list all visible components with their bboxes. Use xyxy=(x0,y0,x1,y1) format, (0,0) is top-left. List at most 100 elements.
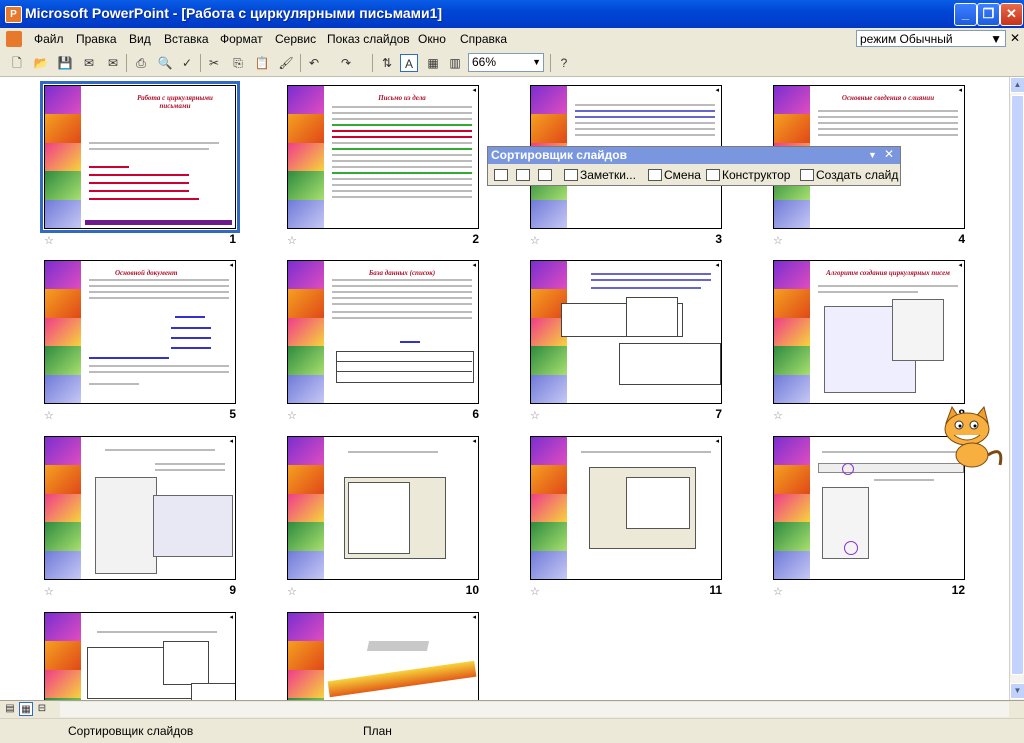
summary-slide-icon[interactable] xyxy=(538,167,554,184)
transition-star-icon[interactable]: ☆ xyxy=(287,234,297,247)
menu-edit[interactable]: Правка xyxy=(76,32,117,46)
slide-thumbnail-9[interactable]: ◂ xyxy=(44,436,236,580)
menu-window[interactable]: Окно xyxy=(418,32,446,46)
cut-icon[interactable]: ✂ xyxy=(205,54,223,72)
standard-toolbar: 🗋 📂 💾 ✉ ✉ ⎙ 🔍 ✓ ✂ ⎘ 📋 🖌 ↶ ↷ ⇅ A ▦ ▥ 66% … xyxy=(0,50,1024,77)
slide-thumbnail-14[interactable]: ◂ xyxy=(287,612,479,700)
slide-sorter-view-icon[interactable]: ▦ xyxy=(19,702,33,716)
close-document-icon[interactable]: ✕ xyxy=(1010,31,1020,45)
slide-number: 11 xyxy=(709,583,722,597)
slide-thumbnail-11[interactable]: ◂ xyxy=(530,436,722,580)
slide-title: Алгоритм создания циркулярных писем xyxy=(826,269,950,277)
vertical-scrollbar[interactable]: ▲ ▼ xyxy=(1009,77,1024,700)
slide-title: Работа с циркулярными письмами xyxy=(137,94,213,110)
color-grayscale-icon[interactable]: ▥ xyxy=(446,54,464,72)
show-formatting-icon[interactable]: A xyxy=(400,54,418,72)
print-preview-icon[interactable]: 🔍 xyxy=(156,54,174,72)
scroll-down-icon[interactable]: ▼ xyxy=(1010,683,1024,699)
zoom-select[interactable]: 66% ▼ xyxy=(468,53,544,72)
transition-star-icon[interactable]: ☆ xyxy=(530,585,540,598)
document-icon[interactable] xyxy=(6,31,22,47)
redo-icon[interactable]: ↷ xyxy=(337,54,355,72)
format-painter-icon[interactable]: 🖌 xyxy=(277,54,295,72)
view-mode-select[interactable]: режим Обычный ▼ xyxy=(856,30,1006,47)
help-icon[interactable]: ? xyxy=(555,54,573,72)
print-icon[interactable]: ⎙ xyxy=(132,54,150,72)
slide-thumbnail-13[interactable]: ◂ xyxy=(44,612,236,700)
notes-button[interactable]: Заметки... xyxy=(564,167,636,184)
chevron-down-icon: ▼ xyxy=(990,32,1002,46)
status-view-name: Сортировщик слайдов xyxy=(68,724,194,738)
slide-number: 4 xyxy=(958,232,965,246)
slide-thumbnail-10[interactable]: ◂ xyxy=(287,436,479,580)
slide-thumbnail-1[interactable]: Работа с циркулярными письмами xyxy=(40,81,240,233)
title-bar: P Microsoft PowerPoint - [Работа с цирку… xyxy=(0,0,1024,28)
paste-icon[interactable]: 📋 xyxy=(253,54,271,72)
close-button[interactable]: ✕ xyxy=(1000,3,1023,26)
menu-slideshow[interactable]: Показ слайдов xyxy=(327,32,410,46)
slide-number: 5 xyxy=(229,407,236,421)
menu-help[interactable]: Справка xyxy=(460,32,507,46)
menu-insert[interactable]: Вставка xyxy=(164,32,209,46)
transition-star-icon[interactable]: ☆ xyxy=(287,585,297,598)
transition-star-icon[interactable]: ☆ xyxy=(773,409,783,422)
spelling-icon[interactable]: ✓ xyxy=(178,54,196,72)
slide-thumbnail-2[interactable]: ◂ Письмо из дела xyxy=(287,85,479,229)
transition-star-icon[interactable]: ☆ xyxy=(44,409,54,422)
design-icon xyxy=(706,169,720,181)
chevron-down-icon: ▼ xyxy=(532,57,541,67)
slide-sorter-toolbar: Сортировщик слайдов ▼ ✕ Заметки... Смена… xyxy=(487,146,901,186)
transition-star-icon[interactable]: ☆ xyxy=(530,409,540,422)
menu-format[interactable]: Формат xyxy=(220,32,263,46)
grid-icon[interactable]: ▦ xyxy=(424,54,442,72)
new-document-icon[interactable]: 🗋 xyxy=(8,54,26,72)
window-title: Microsoft PowerPoint - [Работа с циркуля… xyxy=(25,5,443,21)
transition-star-icon[interactable]: ☆ xyxy=(773,585,783,598)
transition-star-icon[interactable]: ☆ xyxy=(44,234,54,247)
slide-thumbnail-8[interactable]: ◂ Алгоритм создания циркулярных писем xyxy=(773,260,965,404)
status-bar: Сортировщик слайдов План xyxy=(0,718,1024,743)
save-icon[interactable]: 💾 xyxy=(56,54,74,72)
email-icon[interactable]: ✉ xyxy=(104,54,122,72)
slide-number: 2 xyxy=(472,232,479,246)
menu-file[interactable]: Файл xyxy=(34,32,64,46)
scroll-up-icon[interactable]: ▲ xyxy=(1010,77,1024,93)
horizontal-scrollbar[interactable] xyxy=(60,702,1009,717)
toolbar-options-icon[interactable]: ▼ xyxy=(868,150,877,160)
undo-icon[interactable]: ↶ xyxy=(305,54,323,72)
restore-button[interactable]: ❐ xyxy=(977,3,1000,26)
transition-button[interactable]: Смена xyxy=(648,167,701,184)
transition-star-icon[interactable]: ☆ xyxy=(773,234,783,247)
slide-thumbnail-7[interactable]: ◂ xyxy=(530,260,722,404)
transition-icon xyxy=(648,169,662,181)
transition-star-icon[interactable]: ☆ xyxy=(287,409,297,422)
normal-view-icon[interactable]: ▤ xyxy=(3,702,17,716)
slide-show-icon[interactable]: ⊟ xyxy=(35,702,49,716)
status-design-name: План xyxy=(363,724,392,738)
designer-button[interactable]: Конструктор xyxy=(706,167,790,184)
create-slide-button[interactable]: Создать слайд xyxy=(800,167,898,184)
close-toolbar-icon[interactable]: ✕ xyxy=(884,147,894,161)
expand-all-icon[interactable]: ⇅ xyxy=(378,54,396,72)
transition-star-icon[interactable]: ☆ xyxy=(44,585,54,598)
scroll-thumb[interactable] xyxy=(1011,95,1024,675)
permission-icon[interactable]: ✉ xyxy=(80,54,98,72)
hide-slide-icon[interactable] xyxy=(516,167,532,184)
transition-star-icon[interactable]: ☆ xyxy=(530,234,540,247)
open-folder-icon[interactable]: 📂 xyxy=(32,54,50,72)
slide-number: 3 xyxy=(715,232,722,246)
slide-number: 7 xyxy=(715,407,722,421)
slide-sorter-toolbar-title[interactable]: Сортировщик слайдов xyxy=(488,147,900,164)
powerpoint-app-icon[interactable]: P xyxy=(5,6,22,23)
slide-number: 12 xyxy=(951,583,965,597)
menu-tools[interactable]: Сервис xyxy=(275,32,316,46)
slide-title: Основной документ xyxy=(115,269,178,277)
slide-thumbnail-5[interactable]: ◂ Основной документ xyxy=(44,260,236,404)
copy-icon[interactable]: ⎘ xyxy=(229,54,247,72)
slide-thumbnail-6[interactable]: ◂ База данных (список) xyxy=(287,260,479,404)
minimize-button[interactable]: _ xyxy=(954,3,977,26)
new-slide-icon xyxy=(800,169,814,181)
menu-view[interactable]: Вид xyxy=(129,32,151,46)
office-assistant-cat-icon[interactable] xyxy=(934,405,1008,471)
slide-show-view-icon[interactable] xyxy=(494,167,510,184)
